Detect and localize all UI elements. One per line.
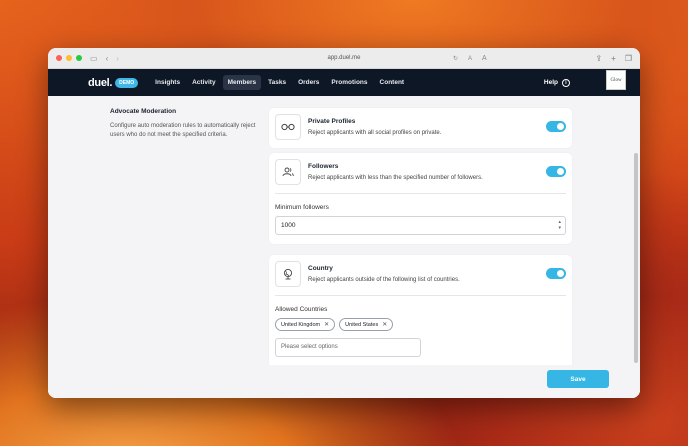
section-description: Configure auto moderation rules to autom… [110,123,256,138]
private-profiles-title: Private Profiles [308,118,356,125]
country-row: Country Reject applicants outside of the… [269,255,572,295]
reload-icon[interactable]: ↻ [453,55,458,62]
country-chips: United Kingdom ✕ United States ✕ [275,318,572,331]
number-stepper-icon[interactable]: ▴ ▾ [558,219,561,231]
browser-titlebar: ▭ ‹ › app.duel.me ↻ A A ⇪ + ❐ [48,48,640,69]
help-label: Help [543,79,558,86]
help-link[interactable]: Help i [544,69,570,96]
minimize-window-button[interactable] [66,55,72,61]
demo-badge: DEMO [115,77,139,88]
section-intro: Advocate Moderation Configure auto moder… [110,108,260,140]
divider [275,295,566,296]
address-bar[interactable]: app.duel.me [48,48,640,69]
country-select-input[interactable]: Please select options [275,338,421,357]
save-button[interactable]: Save [547,370,609,388]
min-followers-value: 1000 [281,222,296,229]
country-chip-label: United States [345,321,379,328]
top-nav: duel. DEMO Insights Activity Members Tas… [48,69,640,96]
forward-icon[interactable]: › [116,54,119,63]
section-title: Advocate Moderation [110,108,177,115]
nav-item-insights[interactable]: Insights [150,75,185,90]
close-window-button[interactable] [56,55,62,61]
sidebar-toggle-icon[interactable]: ▭ [90,54,98,63]
nav-item-content[interactable]: Content [375,75,410,90]
nav-item-members[interactable]: Members [222,75,262,90]
duel-logo[interactable]: duel. [88,77,112,89]
followers-description: Reject applicants with less than the spe… [308,175,483,181]
followers-toggle[interactable] [546,166,566,177]
nav-item-orders[interactable]: Orders [293,75,324,90]
text-smaller-button[interactable]: A [468,56,472,62]
share-icon[interactable]: ⇪ [595,54,602,63]
private-profiles-row: Private Profiles Reject applicants with … [269,108,572,148]
private-profiles-toggle[interactable] [546,121,566,132]
nav-item-activity[interactable]: Activity [187,75,220,90]
private-profiles-card: Private Profiles Reject applicants with … [269,108,572,148]
main-content: Advocate Moderation Configure auto moder… [48,96,640,398]
nav-items: Insights Activity Members Tasks Orders P… [150,75,409,90]
divider [275,193,566,194]
text-larger-button[interactable]: A [482,55,487,62]
country-toggle[interactable] [546,268,566,279]
glasses-icon [275,114,301,140]
remove-icon[interactable]: ✕ [382,321,387,328]
back-icon[interactable]: ‹ [106,54,109,63]
browser-window: ▭ ‹ › app.duel.me ↻ A A ⇪ + ❐ duel. DEMO… [48,48,640,398]
scrollbar[interactable] [634,153,638,363]
followers-card: Followers Reject applicants with less th… [269,153,572,244]
tab-overview-icon[interactable]: ❐ [625,54,632,63]
followers-row: Followers Reject applicants with less th… [269,153,572,193]
min-followers-label: Minimum followers [275,204,329,211]
info-icon: i [562,78,570,87]
followers-title: Followers [308,163,339,170]
private-profiles-description: Reject applicants with all social profil… [308,130,442,136]
browser-actions: ⇪ + ❐ [595,48,632,69]
allowed-countries-label: Allowed Countries [275,306,328,313]
country-card: Country Reject applicants outside of the… [269,255,572,372]
country-title: Country [308,265,333,272]
country-description: Reject applicants outside of the followi… [308,277,460,283]
country-chip: United States ✕ [339,318,394,331]
remove-icon[interactable]: ✕ [324,321,329,328]
country-chip: United Kingdom ✕ [275,318,336,331]
brand-avatar[interactable]: Glow [606,70,626,90]
nav-item-promotions[interactable]: Promotions [326,75,372,90]
footer: Save [48,365,640,398]
nav-item-tasks[interactable]: Tasks [263,75,291,90]
new-tab-icon[interactable]: + [611,54,616,63]
globe-icon [275,261,301,287]
users-icon [275,159,301,185]
min-followers-input[interactable]: 1000 ▴ ▾ [275,216,566,235]
page-tools: ↻ A A [453,48,487,69]
zoom-window-button[interactable] [76,55,82,61]
country-chip-label: United Kingdom [281,321,321,328]
window-controls [56,55,82,61]
